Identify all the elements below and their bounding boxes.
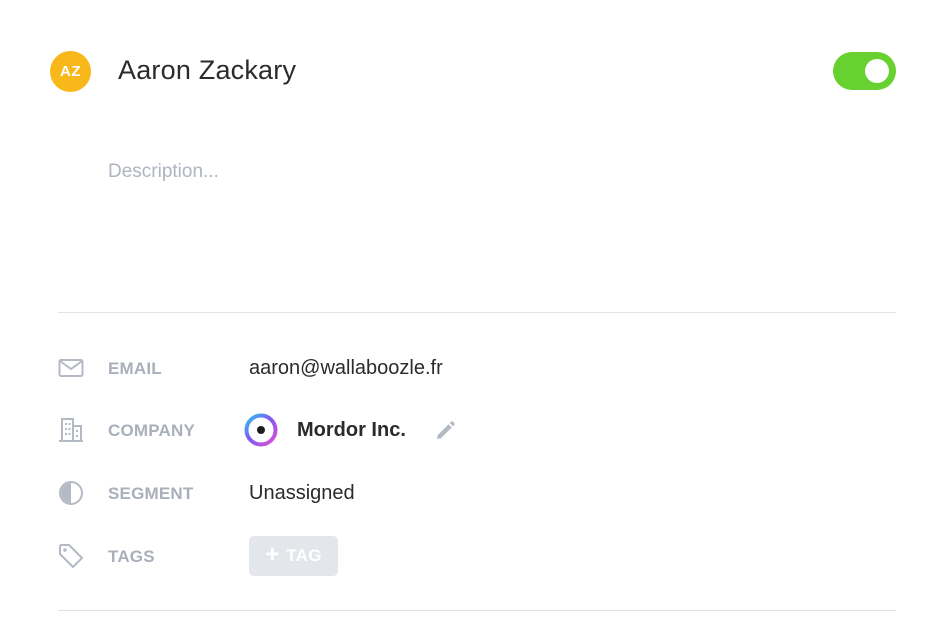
- plus-icon: +: [265, 541, 280, 568]
- add-tag-button[interactable]: + TAG: [249, 536, 338, 576]
- tag-icon: [58, 543, 84, 569]
- company-label: COMPANY: [108, 421, 196, 440]
- email-row: EMAIL aaron@wallaboozle.fr: [58, 347, 896, 391]
- tags-row: TAGS + TAG: [58, 535, 896, 579]
- email-value[interactable]: aaron@wallaboozle.fr: [249, 357, 443, 380]
- segment-row: SEGMENT Unassigned: [58, 472, 896, 516]
- toggle-knob: [865, 59, 889, 83]
- divider-bottom: [58, 610, 896, 611]
- pencil-icon[interactable]: [434, 420, 456, 442]
- avatar[interactable]: AZ: [50, 51, 91, 92]
- pie-chart-icon: [58, 480, 84, 506]
- segment-value[interactable]: Unassigned: [249, 482, 355, 505]
- contact-header: AZ Aaron Zackary: [50, 49, 896, 93]
- active-toggle[interactable]: [833, 52, 896, 90]
- email-label: EMAIL: [108, 359, 162, 378]
- add-tag-label: TAG: [286, 546, 322, 565]
- tags-label: TAGS: [108, 547, 155, 566]
- description-field[interactable]: [108, 161, 888, 281]
- divider-top: [58, 312, 896, 313]
- company-name[interactable]: Mordor Inc.: [297, 419, 406, 442]
- building-icon: [58, 417, 84, 443]
- company-logo-ring-icon: [243, 412, 279, 448]
- company-row: COMPANY Mordor Inc.: [58, 409, 896, 453]
- contact-name[interactable]: Aaron Zackary: [118, 55, 296, 86]
- segment-label: SEGMENT: [108, 484, 194, 503]
- envelope-icon: [58, 355, 84, 381]
